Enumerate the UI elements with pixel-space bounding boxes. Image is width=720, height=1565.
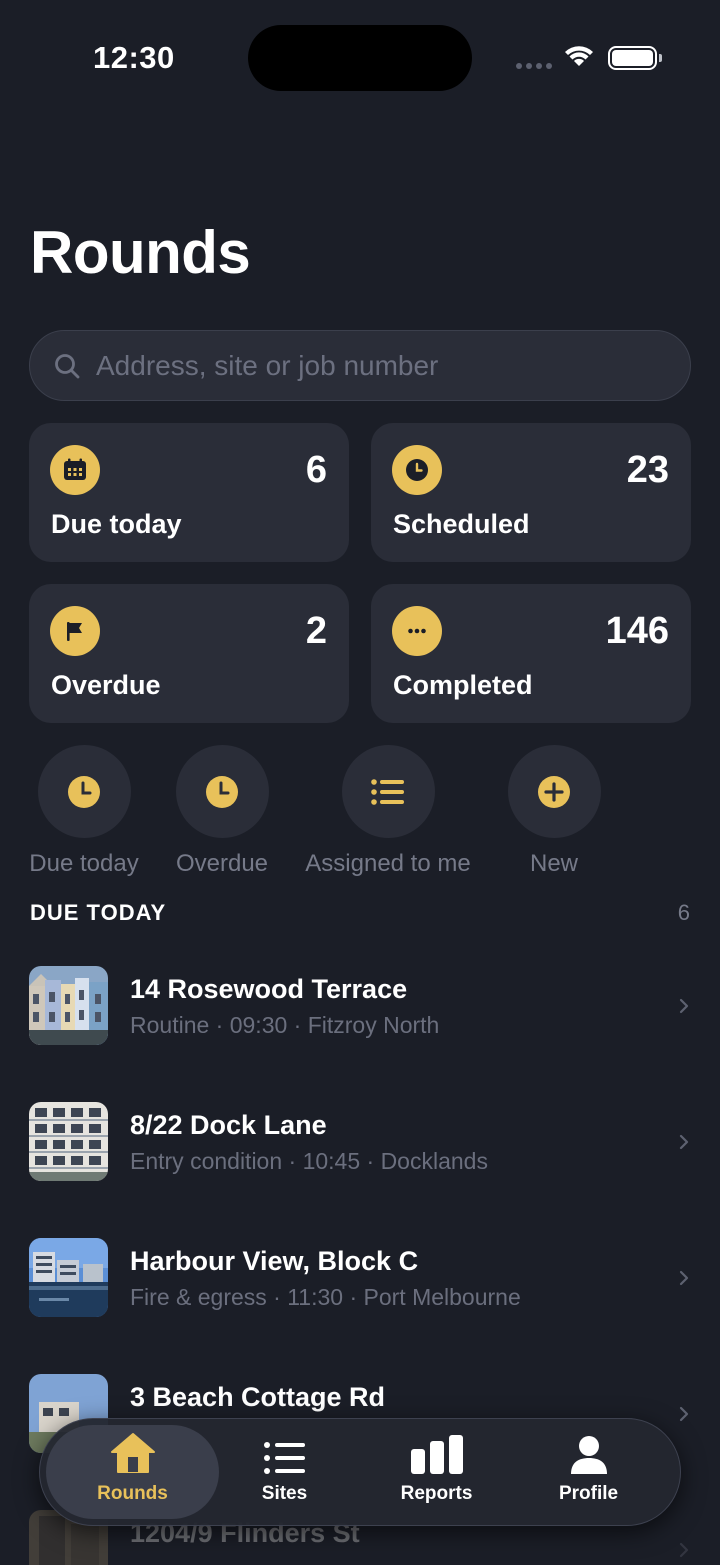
search-bar[interactable] [29, 330, 691, 401]
list-icon [198, 1425, 371, 1475]
tab-label: Profile [558, 1483, 619, 1504]
search-icon [52, 351, 82, 381]
list-item-subtitle: Entry condition · 10:45 · Docklands [130, 1148, 488, 1174]
calendar-icon [50, 445, 100, 495]
section-title: DUE TODAY [30, 900, 167, 925]
clock-icon [37, 745, 131, 838]
quick-filter-label: New [529, 850, 578, 877]
plus-icon [507, 745, 601, 838]
stat-card-due-today[interactable]: 6 Due today [29, 423, 349, 562]
quick-filter-assigned-to-me[interactable]: Assigned to me [303, 745, 473, 878]
tab-reports[interactable]: Reports [350, 1425, 523, 1519]
stat-count: 146 [605, 610, 669, 652]
stat-card-completed[interactable]: 146 Completed [371, 584, 691, 723]
list-item-subtitle: Fire & egress · 11:30 · Port Melbourne [130, 1284, 521, 1310]
list-item[interactable]: Harbour View, Block C Fire & egress · 11… [0, 1238, 720, 1318]
chevron-right-icon [679, 1406, 689, 1422]
cellular-signal-icon [516, 63, 552, 69]
stat-card-overdue[interactable]: 2 Overdue [29, 584, 349, 723]
stat-label: Scheduled [393, 509, 530, 539]
status-time: 12:30 [93, 40, 175, 75]
stat-count: 2 [305, 610, 327, 652]
page-title: Rounds [30, 219, 251, 286]
stat-label: Due today [51, 509, 182, 539]
clock-icon [175, 745, 269, 838]
dynamic-island [248, 25, 472, 91]
house-icon [46, 1425, 219, 1475]
list-item-title: 3 Beach Cottage Rd [130, 1382, 386, 1412]
battery-icon [608, 46, 662, 70]
ellipsis-icon [392, 606, 442, 656]
chevron-right-icon [679, 998, 689, 1014]
chevron-right-icon [679, 1134, 689, 1150]
stat-count: 6 [305, 449, 327, 491]
tab-sites[interactable]: Sites [198, 1425, 371, 1519]
wifi-icon [565, 46, 593, 66]
person-icon [502, 1425, 675, 1475]
quick-filter-overdue[interactable]: Overdue [137, 745, 307, 878]
stat-label: Overdue [51, 670, 161, 700]
property-thumbnail [29, 966, 108, 1045]
list-item-title: 14 Rosewood Terrace [130, 974, 408, 1004]
chevron-right-icon [679, 1542, 689, 1558]
quick-filter-label: Overdue [175, 850, 269, 877]
property-thumbnail [29, 1238, 108, 1317]
status-bar: 12:30 [0, 0, 720, 120]
stat-card-scheduled[interactable]: 23 Scheduled [371, 423, 691, 562]
quick-filter-label: Assigned to me [305, 850, 471, 877]
tab-profile[interactable]: Profile [502, 1425, 675, 1519]
quick-filter-new[interactable]: New [469, 745, 639, 878]
tab-rounds[interactable]: Rounds [46, 1425, 219, 1519]
list-item-title: 8/22 Dock Lane [130, 1110, 327, 1140]
search-input[interactable] [96, 349, 690, 382]
flag-icon [50, 606, 100, 656]
stat-label: Completed [393, 670, 533, 700]
list-item-title: Harbour View, Block C [130, 1246, 419, 1276]
section-count: 6 [677, 900, 690, 925]
list-item[interactable]: 14 Rosewood Terrace Routine · 09:30 · Fi… [0, 966, 720, 1046]
property-thumbnail [29, 1102, 108, 1181]
tab-label: Sites [261, 1483, 308, 1504]
list-item-subtitle: Routine · 09:30 · Fitzroy North [130, 1012, 440, 1038]
tab-label: Reports [400, 1483, 473, 1504]
tab-bar: Rounds Sites Reports Profile [39, 1418, 681, 1526]
list-item[interactable]: 8/22 Dock Lane Entry condition · 10:45 ·… [0, 1102, 720, 1182]
clock-icon [392, 445, 442, 495]
chevron-right-icon [679, 1270, 689, 1286]
tab-label: Rounds [97, 1483, 168, 1504]
list-icon [341, 745, 435, 838]
bar-chart-icon [350, 1425, 523, 1475]
stat-count: 23 [626, 449, 669, 491]
